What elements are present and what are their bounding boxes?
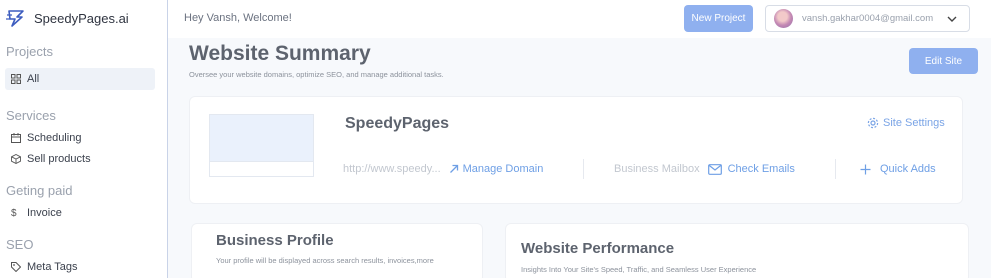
site-thumbnail[interactable] (209, 114, 314, 177)
section-title-projects: Projects (6, 44, 53, 59)
website-performance-subtitle: Insights Into Your Site's Speed, Traffic… (521, 265, 757, 274)
sidebar-item-label: All (27, 73, 40, 85)
sidebar-item-label: Meta Tags (27, 261, 78, 273)
quick-adds-link[interactable]: Quick Adds (860, 163, 936, 175)
dollar-icon: $ (11, 208, 17, 219)
sidebar-item-label: Invoice (27, 207, 62, 219)
section-title-getting-paid: Geting paid (6, 183, 73, 198)
business-profile-card[interactable]: Business Profile Your profile will be di… (191, 223, 483, 278)
plus-icon (860, 164, 871, 174)
site-url: http://www.speedy... (343, 163, 441, 175)
business-profile-title: Business Profile (216, 232, 334, 249)
site-name: SpeedyPages (345, 115, 450, 132)
manage-domain-link[interactable]: Manage Domain (449, 163, 544, 175)
site-settings-link[interactable]: Site Settings (867, 117, 945, 129)
page-subtitle: Oversee your website domains, optimize S… (189, 70, 444, 79)
domain-row: http://www.speedy... Manage Domain (343, 163, 543, 175)
greeting-text: Hey Vansh, Welcome! (184, 12, 292, 24)
sidebar-item-sell-products[interactable]: Sell products (5, 148, 155, 170)
account-dropdown[interactable]: vansh.gakhar0004@gmail.com (765, 5, 970, 32)
brand[interactable]: SpeedyPages.ai (6, 8, 129, 28)
check-emails-link[interactable]: Check Emails (707, 163, 795, 175)
sidebar-item-invoice[interactable]: $ Invoice (5, 202, 155, 224)
gear-icon (867, 117, 879, 129)
top-bar: Hey Vansh, Welcome! New Project vansh.ga… (168, 0, 991, 38)
website-performance-title: Website Performance (521, 240, 675, 257)
chevron-down-icon (947, 16, 957, 22)
account-email: vansh.gakhar0004@gmail.com (802, 13, 934, 24)
speedypages-logo-icon (6, 10, 24, 27)
site-settings-label: Site Settings (883, 117, 945, 129)
sidebar-item-all[interactable]: All (5, 68, 155, 90)
mailbox-row: Business Mailbox Check Emails (614, 163, 795, 175)
divider (583, 159, 584, 179)
mail-icon (707, 163, 722, 175)
manage-domain-label: Manage Domain (462, 163, 544, 175)
section-title-seo: SEO (6, 237, 34, 252)
sidebar-item-label: Scheduling (27, 132, 82, 144)
arrow-up-right-icon (449, 164, 458, 173)
site-summary-card: SpeedyPages Site Settings http://www.spe… (189, 96, 963, 204)
brand-name: SpeedyPages.ai (34, 10, 129, 26)
website-performance-card[interactable]: Website Performance Insights Into Your S… (505, 223, 969, 278)
calendar-icon (11, 133, 21, 143)
sidebar-item-meta-tags[interactable]: Meta Tags (5, 256, 155, 278)
business-profile-subtitle: Your profile will be displayed across se… (216, 256, 434, 265)
quick-adds-label: Quick Adds (880, 163, 936, 175)
avatar (774, 9, 793, 28)
divider (835, 159, 836, 179)
box-icon (11, 154, 21, 164)
page-title: Website Summary (189, 42, 371, 65)
new-project-button[interactable]: New Project (684, 5, 753, 32)
sidebar-item-label: Sell products (27, 153, 91, 165)
sidebar-item-scheduling[interactable]: Scheduling (5, 127, 155, 149)
mailbox-label: Business Mailbox (614, 163, 700, 175)
check-emails-label: Check Emails (727, 163, 795, 175)
edit-site-button[interactable]: Edit Site (909, 48, 978, 74)
tag-icon (11, 262, 21, 272)
sidebar: SpeedyPages.ai Projects All Services Sch… (0, 0, 168, 278)
grid-icon (11, 74, 21, 84)
section-title-services: Services (6, 108, 56, 123)
